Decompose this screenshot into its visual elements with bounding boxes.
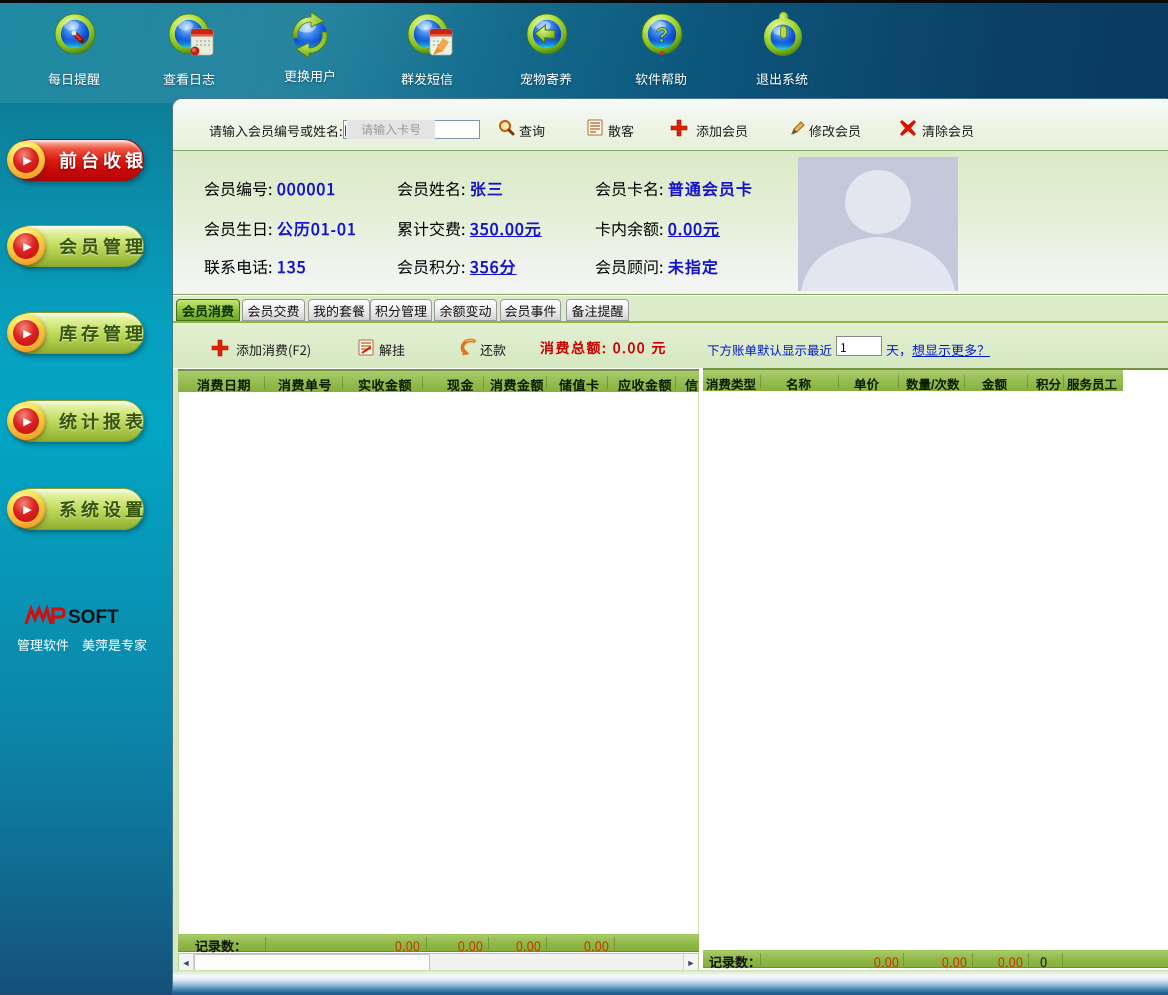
svg-text:SOFT: SOFT xyxy=(68,607,119,627)
svg-text:?: ? xyxy=(656,24,669,47)
